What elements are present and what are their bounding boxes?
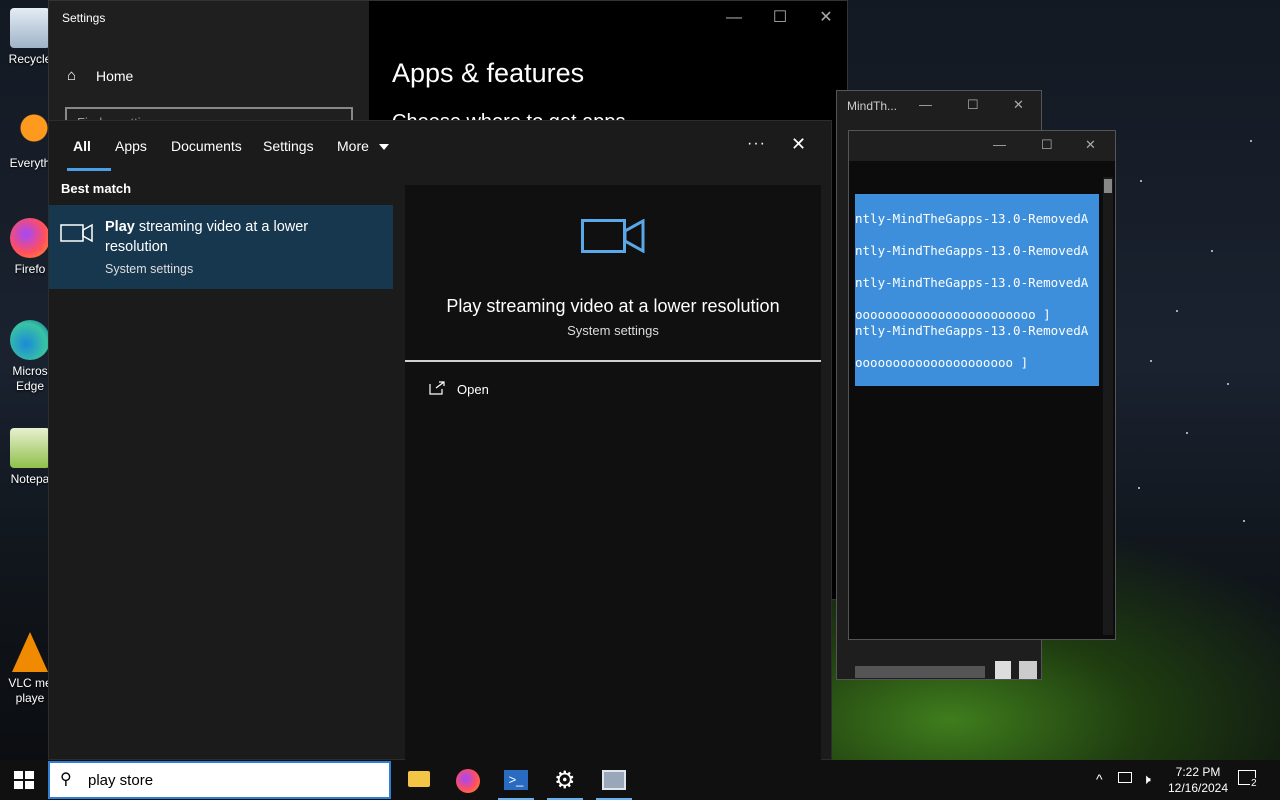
- clock[interactable]: 7:22 PM 12/16/2024: [1166, 764, 1230, 796]
- result-preview: Play streaming video at a lower resoluti…: [405, 185, 821, 761]
- home-icon: ⌂: [67, 67, 77, 84]
- volume-muted-icon[interactable]: 🕨: [1142, 771, 1151, 788]
- notification-count: 2: [1250, 778, 1258, 789]
- close-button[interactable]: ✕: [803, 1, 849, 35]
- folder-icon: [408, 771, 430, 787]
- tab-apps[interactable]: Apps: [115, 138, 147, 154]
- firefox-icon: [10, 218, 50, 258]
- open-action[interactable]: Open: [427, 379, 627, 403]
- tab-settings[interactable]: Settings: [263, 138, 314, 154]
- show-hidden-icons-button[interactable]: ^: [1096, 771, 1103, 787]
- tab-all-underline: [67, 168, 111, 171]
- taskbar: ⚲ play store >_ ⚙ ^ 🕨 7:22 PM 12/16/2024…: [0, 760, 1280, 800]
- recycle-bin-icon: [10, 8, 50, 48]
- terminal-back-scrollbar[interactable]: [855, 666, 985, 678]
- search-tabs: All Apps Documents Settings More ··· ✕: [49, 121, 833, 173]
- firefox-icon: [456, 769, 480, 793]
- remote-desktop-icon: [602, 770, 626, 790]
- terminal-line: ntly-MindTheGapps-13.0-RemovedA: [855, 323, 1089, 338]
- result-title: Play streaming video at a lower resoluti…: [105, 217, 365, 257]
- result-title-rest: streaming video at a lower resolution: [105, 219, 309, 255]
- best-match-heading: Best match: [61, 181, 132, 196]
- terminal-close[interactable]: ✕: [1085, 137, 1096, 153]
- preview-divider: [405, 360, 821, 362]
- taskbar-powershell[interactable]: >_: [492, 760, 540, 800]
- tab-documents[interactable]: Documents: [171, 138, 242, 154]
- vlc-icon: [12, 632, 48, 672]
- tab-more-label: More: [337, 138, 369, 154]
- powershell-icon: >_: [504, 770, 528, 790]
- video-camera-icon: [60, 223, 93, 243]
- page-title: Apps & features: [392, 58, 585, 88]
- taskbar-firefox[interactable]: [444, 760, 492, 800]
- action-center-button[interactable]: 2: [1238, 770, 1260, 790]
- terminal-back-title: MindTh...: [847, 99, 898, 113]
- network-icon[interactable]: [1118, 772, 1132, 786]
- search-panel: All Apps Documents Settings More ··· ✕ B…: [48, 120, 833, 761]
- terminal-scrollbar[interactable]: [1103, 177, 1113, 635]
- terminal-minimize[interactable]: —: [993, 137, 1006, 152]
- terminal-back-layout-icon[interactable]: [1019, 661, 1037, 679]
- taskbar-remote-desktop[interactable]: [590, 760, 638, 800]
- terminal-line: ooooooooooooooooooooo ]: [855, 355, 1029, 370]
- taskbar-file-explorer[interactable]: [395, 760, 443, 800]
- windows-logo-icon: [14, 771, 34, 789]
- minimize-button[interactable]: —: [711, 1, 757, 35]
- edge-icon: [10, 320, 50, 360]
- terminal-titlebar: [849, 131, 1115, 161]
- clock-time: 7:22 PM: [1175, 765, 1221, 779]
- taskbar-settings[interactable]: ⚙: [541, 760, 589, 800]
- terminal-maximize[interactable]: ☐: [1041, 137, 1053, 153]
- results-list: Best match Play streaming video at a low…: [49, 173, 393, 761]
- maximize-button[interactable]: ☐: [757, 1, 803, 35]
- home-label: Home: [96, 68, 134, 84]
- terminal-line: ntly-MindTheGapps-13.0-RemovedA: [855, 211, 1089, 226]
- preview-subtitle: System settings: [567, 323, 659, 338]
- search-icon: ⚲: [60, 771, 72, 788]
- terminal-line: ntly-MindTheGapps-13.0-RemovedA: [855, 275, 1089, 290]
- window-title: Settings: [62, 11, 106, 25]
- terminal-back-minimize[interactable]: —: [919, 97, 932, 112]
- clock-date: 12/16/2024: [1167, 781, 1229, 795]
- settings-home-link[interactable]: ⌂ Home: [65, 64, 345, 88]
- tab-more[interactable]: More: [337, 138, 389, 154]
- caret-down-icon: [378, 144, 389, 151]
- open-external-icon: [429, 381, 445, 395]
- taskbar-search-box[interactable]: ⚲ play store: [48, 761, 391, 799]
- terminal-window: — ☐ ✕ ntly-MindTheGapps-13.0-RemovedA nt…: [848, 130, 1116, 640]
- notepad-plus-icon: [10, 428, 50, 468]
- everything-search-icon: [10, 112, 50, 152]
- terminal-back-maximize[interactable]: ☐: [967, 97, 979, 113]
- best-match-result[interactable]: Play streaming video at a lower resoluti…: [49, 205, 393, 289]
- start-button[interactable]: [14, 771, 34, 789]
- terminal-scroll-thumb[interactable]: [1104, 179, 1112, 193]
- gear-icon: ⚙: [554, 767, 576, 794]
- terminal-back-close[interactable]: ✕: [1013, 97, 1024, 113]
- more-options-button[interactable]: ···: [747, 135, 766, 153]
- result-subtitle: System settings: [105, 262, 194, 276]
- result-title-bold: Play: [105, 219, 135, 235]
- terminal-line: oooooooooooooooooooooooo ]: [855, 307, 1051, 322]
- preview-title: Play streaming video at a lower resoluti…: [446, 296, 780, 316]
- close-search-button[interactable]: ✕: [791, 134, 806, 155]
- tab-all[interactable]: All: [73, 138, 91, 154]
- terminal-line: ntly-MindTheGapps-13.0-RemovedA: [855, 243, 1089, 258]
- terminal-back-view-icon[interactable]: [995, 661, 1011, 679]
- open-label: Open: [457, 382, 489, 397]
- video-camera-icon: [581, 219, 645, 253]
- search-query: play store: [88, 772, 154, 789]
